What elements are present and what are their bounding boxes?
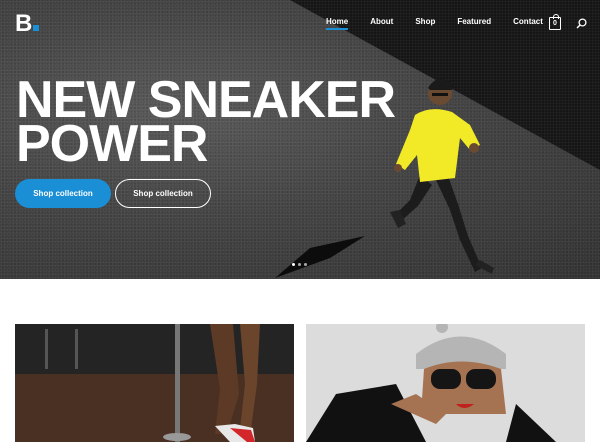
logo-letter: B	[15, 10, 33, 37]
nav-about[interactable]: About	[370, 17, 393, 30]
search-icon[interactable]	[576, 18, 587, 29]
hero-headline: NEW SNEAKER POWER	[16, 74, 396, 170]
brand-logo[interactable]: B	[15, 10, 40, 37]
slider-dot-2[interactable]	[298, 263, 301, 266]
card-image-legs	[15, 324, 294, 442]
nav-contact[interactable]: Contact	[513, 17, 543, 30]
nav-home[interactable]: Home	[326, 17, 349, 30]
category-card-portrait[interactable]	[306, 324, 585, 442]
shop-collection-button-primary[interactable]: Shop collection	[15, 179, 111, 208]
card-image-portrait	[306, 324, 585, 442]
slider-dot-3[interactable]	[304, 263, 307, 266]
category-card-legs[interactable]	[15, 324, 294, 442]
shop-collection-button-outline[interactable]: Shop collection	[115, 179, 211, 208]
cart-count: 0	[553, 20, 557, 27]
slider-dot-1[interactable]	[292, 263, 295, 266]
main-nav: Home About Shop Featured Contact	[326, 17, 565, 30]
slider-pagination	[292, 263, 310, 266]
cart-bag-icon[interactable]: 0	[549, 14, 561, 30]
nav-featured[interactable]: Featured	[457, 17, 491, 30]
nav-shop[interactable]: Shop	[415, 17, 435, 30]
logo-dot	[33, 25, 40, 31]
hero-banner: B Home About Shop Featured Contact 0 NEW…	[0, 0, 600, 279]
